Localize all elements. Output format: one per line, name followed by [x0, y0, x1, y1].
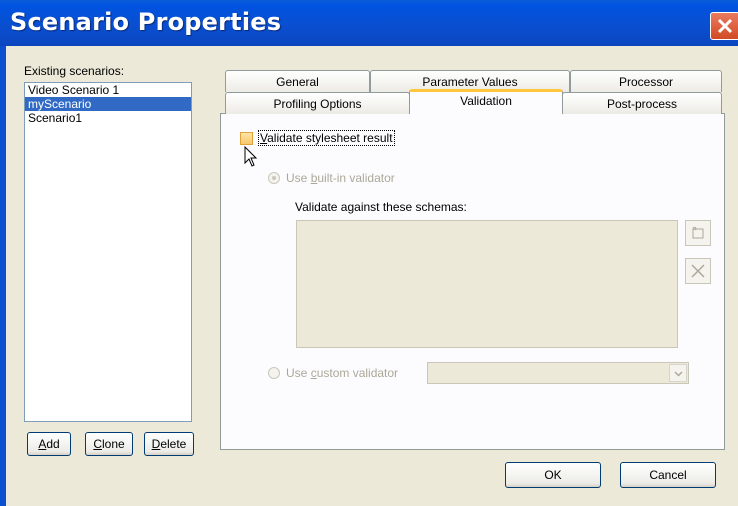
validate-result-label[interactable]: Validate stylesheet result [258, 130, 395, 146]
validate-result-checkbox[interactable] [240, 132, 253, 145]
clone-button[interactable]: Clone [85, 432, 133, 456]
cancel-button[interactable]: Cancel [620, 462, 716, 488]
combo-dropdown-button[interactable] [669, 364, 687, 382]
schemas-label: Validate against these schemas: [295, 200, 467, 214]
scenario-properties-dialog: Scenario Properties Existing scenarios: … [0, 0, 738, 506]
remove-schema-button[interactable] [685, 258, 711, 284]
tab-validation[interactable]: Validation [409, 89, 563, 114]
add-schema-icon [692, 226, 704, 239]
close-icon [717, 18, 733, 34]
tab-general[interactable]: General [225, 70, 370, 92]
mouse-pointer-icon [244, 146, 258, 167]
delete-button[interactable]: Delete [144, 432, 194, 456]
tab-post-process[interactable]: Post-process [562, 92, 722, 114]
scenario-item-video-scenario-1[interactable]: Video Scenario 1 [25, 83, 191, 97]
scenarios-listbox[interactable]: Video Scenario 1 myScenario Scenario1 [24, 82, 192, 422]
chevron-down-icon [674, 371, 683, 377]
remove-schema-icon [691, 264, 705, 278]
scenario-item-scenario1[interactable]: Scenario1 [25, 111, 191, 125]
dialog-title: Scenario Properties [10, 8, 282, 36]
ok-button[interactable]: OK [505, 462, 601, 488]
tab-profiling-options[interactable]: Profiling Options [225, 92, 410, 114]
schemas-list[interactable] [296, 220, 678, 348]
custom-validator-combobox[interactable] [427, 362, 689, 384]
window-left-border [0, 46, 6, 506]
custom-validator-label[interactable]: Use custom validator [286, 366, 398, 380]
add-schema-button[interactable] [685, 220, 711, 246]
builtin-validator-radio[interactable] [268, 172, 280, 184]
add-button[interactable]: Add [27, 432, 71, 456]
existing-scenarios-label: Existing scenarios: [24, 64, 125, 78]
tab-processor[interactable]: Processor [570, 70, 722, 92]
builtin-validator-label[interactable]: Use built-in validator [286, 171, 395, 185]
close-button[interactable] [710, 12, 738, 40]
scenario-item-myscenario[interactable]: myScenario [25, 97, 191, 111]
radio-selected-dot [272, 176, 276, 180]
custom-validator-radio[interactable] [268, 367, 280, 379]
title-bar[interactable]: Scenario Properties [0, 0, 738, 46]
